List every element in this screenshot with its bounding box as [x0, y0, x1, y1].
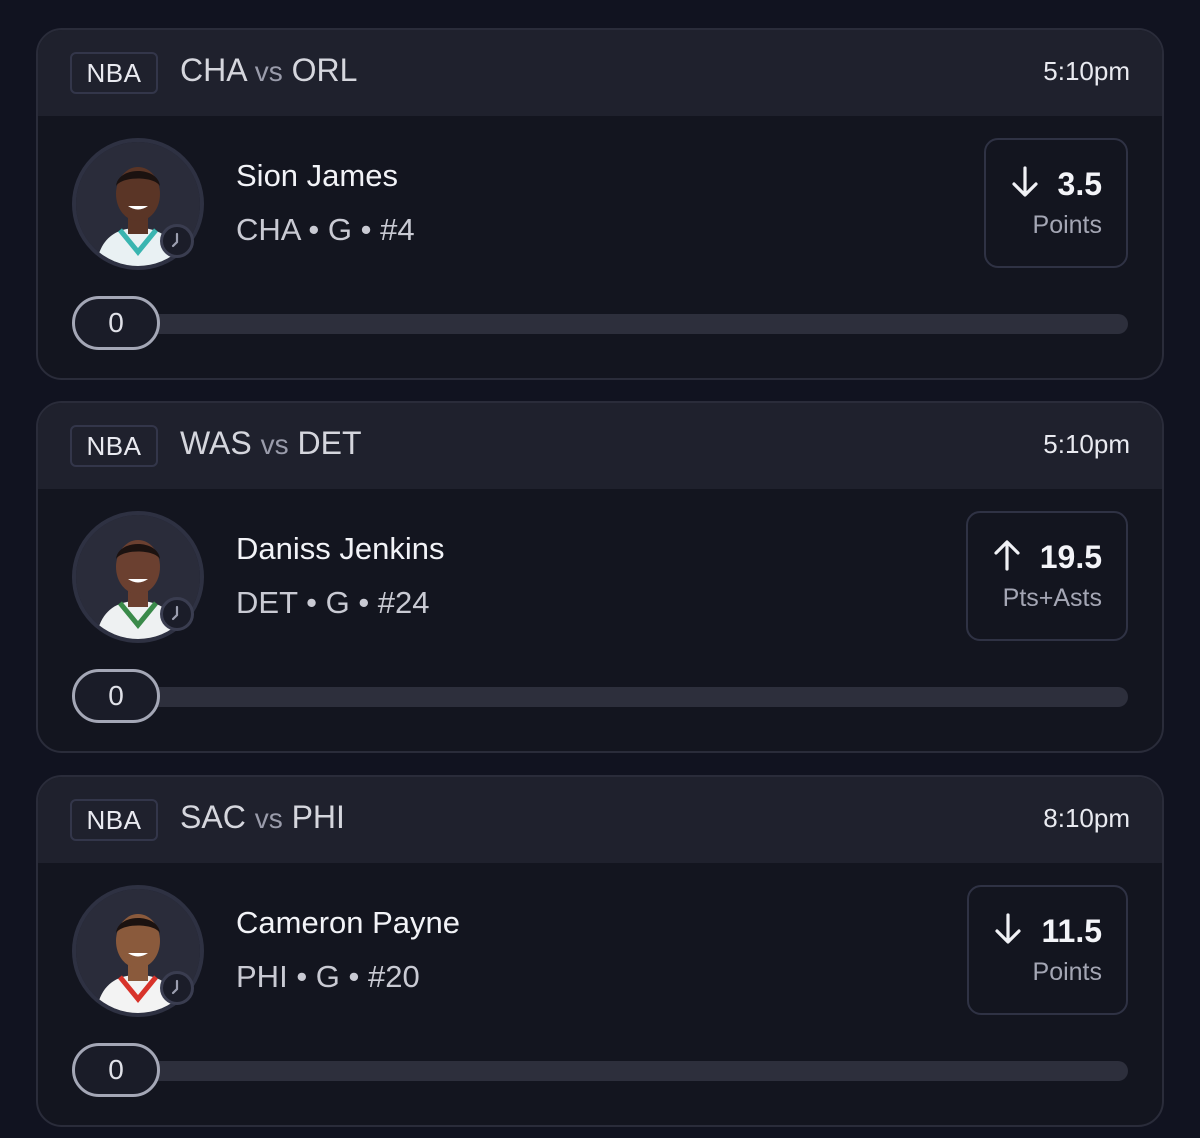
arrow-up-icon: [992, 539, 1040, 576]
pick-card[interactable]: NBA CHA vs ORL 5:10pm Sion James CHA • G…: [36, 28, 1164, 380]
separator: •: [296, 959, 308, 994]
player-meta: PHI • G • #20: [236, 959, 420, 995]
clock-icon: [160, 597, 194, 631]
progress-track: [138, 1061, 1128, 1081]
line-value: 3.5: [1057, 166, 1102, 202]
stat-type: Pts+Asts: [1002, 584, 1102, 612]
player-number: #24: [377, 585, 430, 620]
current-stat-value: 0: [72, 1043, 160, 1097]
player-team: DET: [236, 585, 298, 620]
current-stat-value: 0: [72, 296, 160, 350]
game-time: 5:10pm: [1043, 429, 1130, 459]
vs-label: vs: [260, 429, 289, 460]
projection-line[interactable]: 11.5 Points: [967, 885, 1128, 1015]
projection-line[interactable]: 19.5 Pts+Asts: [965, 511, 1128, 641]
projection-line[interactable]: 3.5 Points: [983, 138, 1128, 268]
separator: •: [308, 212, 320, 247]
arrow-down-icon: [993, 913, 1041, 950]
pick-card[interactable]: NBA WAS vs DET 5:10pm Daniss Jenkins DET…: [36, 401, 1164, 753]
progress-track: [138, 314, 1128, 334]
separator: •: [348, 959, 360, 994]
line-value: 19.5: [1039, 539, 1102, 575]
matchup: WAS vs DET: [180, 425, 361, 462]
vs-label: vs: [254, 56, 283, 87]
matchup: SAC vs PHI: [180, 799, 345, 836]
player-name[interactable]: Sion James: [236, 158, 398, 194]
vs-label: vs: [254, 803, 283, 834]
player-number: #4: [380, 212, 415, 247]
game-header: NBA WAS vs DET 5:10pm: [38, 403, 1162, 489]
player-position: G: [315, 959, 340, 994]
team-b: PHI: [291, 799, 345, 835]
player-number: #20: [368, 959, 420, 994]
team-b: ORL: [291, 52, 358, 88]
arrow-down-icon: [1010, 166, 1058, 203]
pick-card[interactable]: NBA SAC vs PHI 8:10pm Cameron Payne PHI …: [36, 775, 1164, 1127]
team-b: DET: [297, 425, 362, 461]
separator: •: [358, 585, 370, 620]
player-meta: DET • G • #24: [236, 585, 430, 621]
stat-type: Points: [1032, 958, 1102, 986]
league-badge: NBA: [70, 52, 158, 94]
game-header: NBA CHA vs ORL 5:10pm: [38, 30, 1162, 116]
player-meta: CHA • G • #4: [236, 212, 415, 248]
stat-type: Points: [1032, 211, 1102, 239]
clock-icon: [160, 224, 194, 258]
line-value: 11.5: [1041, 913, 1102, 949]
clock-icon: [160, 971, 194, 1005]
player-team: PHI: [236, 959, 288, 994]
team-a: SAC: [180, 799, 246, 835]
team-a: CHA: [180, 52, 246, 88]
matchup: CHA vs ORL: [180, 52, 357, 89]
current-stat-value: 0: [72, 669, 160, 723]
player-name[interactable]: Cameron Payne: [236, 905, 460, 941]
game-time: 5:10pm: [1043, 56, 1130, 86]
player-team: CHA: [236, 212, 300, 247]
separator: •: [360, 212, 372, 247]
league-badge: NBA: [70, 799, 158, 841]
player-position: G: [327, 212, 352, 247]
team-a: WAS: [180, 425, 252, 461]
league-badge: NBA: [70, 425, 158, 467]
player-position: G: [325, 585, 350, 620]
game-header: NBA SAC vs PHI 8:10pm: [38, 777, 1162, 863]
progress-track: [138, 687, 1128, 707]
player-name[interactable]: Daniss Jenkins: [236, 531, 444, 567]
game-time: 8:10pm: [1043, 803, 1130, 833]
separator: •: [306, 585, 317, 620]
